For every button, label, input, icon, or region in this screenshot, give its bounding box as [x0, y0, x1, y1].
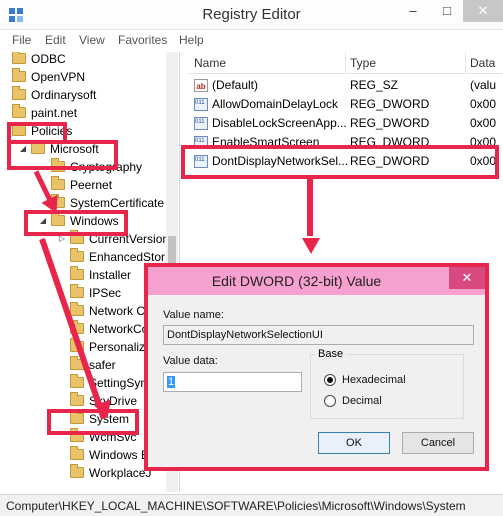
- ok-button[interactable]: OK: [318, 432, 390, 454]
- value-name-label: Value name:: [163, 309, 224, 321]
- tree-item-label: IPSec: [89, 286, 122, 300]
- menu-edit[interactable]: Edit: [45, 33, 66, 47]
- tree-item-label: EnhancedStor: [89, 250, 166, 264]
- tree-item-ipsec[interactable]: IPSec: [70, 284, 121, 302]
- tree-item-label: safer: [89, 358, 116, 372]
- value-name: DisableLockScreenApp...: [212, 116, 347, 130]
- menu-file[interactable]: File: [12, 33, 31, 47]
- list-header: Name Type Data: [188, 52, 503, 74]
- tree-item-ordinarysoft[interactable]: Ordinarysoft: [12, 86, 96, 104]
- folder-icon: [70, 446, 84, 460]
- tree-item-label: SystemCertificate: [70, 196, 165, 210]
- value-name: AllowDomainDelayLock: [212, 97, 339, 111]
- value-data-text: 1: [167, 376, 176, 388]
- menu-bar: File Edit View Favorites Help: [0, 30, 503, 50]
- dword-value-icon: 011 110: [194, 98, 208, 111]
- highlight-windows: [24, 210, 128, 236]
- value-row[interactable]: 011 110 AllowDomainDelayLock REG_DWORD 0x00: [188, 95, 503, 114]
- tree-item-label: WorkplaceJ: [89, 466, 152, 480]
- dialog-close-button[interactable]: ✕: [449, 267, 485, 289]
- value-type: REG_SZ: [350, 78, 399, 92]
- tree-item-installer[interactable]: Installer: [70, 266, 131, 284]
- folder-icon: [51, 176, 65, 190]
- tree-item-label: Windows E: [89, 448, 150, 462]
- value-row[interactable]: ab (Default) REG_SZ (valu: [188, 76, 503, 95]
- tree-item-networkco[interactable]: NetworkCo: [70, 320, 148, 338]
- tree-item-safer[interactable]: safer: [70, 356, 116, 374]
- tree-item-peernet[interactable]: Peernet: [51, 176, 112, 194]
- highlight-microsoft: [7, 140, 118, 170]
- folder-icon: [70, 248, 84, 262]
- column-separator[interactable]: [465, 52, 466, 74]
- string-value-icon: ab: [194, 79, 208, 92]
- folder-icon: [70, 392, 84, 406]
- tree-item-settingsyn[interactable]: SettingSyn: [70, 374, 147, 392]
- column-name[interactable]: Name: [194, 56, 226, 70]
- folder-icon: [12, 52, 26, 64]
- hexadecimal-radio[interactable]: [324, 374, 336, 386]
- value-row[interactable]: 011 110 DisableLockScreenApp...REG_DWORD 0…: [188, 114, 503, 133]
- column-data[interactable]: Data: [470, 56, 495, 70]
- title-bar: Registry Editor – □ ✕: [0, 0, 503, 30]
- tree-item-workplacej[interactable]: WorkplaceJ: [70, 464, 151, 482]
- value-name: (Default): [212, 78, 259, 92]
- value-name-field[interactable]: DontDisplayNetworkSelectionUI: [163, 325, 474, 345]
- tree-item-label: Network C: [89, 304, 146, 318]
- tree-item-openvpn[interactable]: OpenVPN: [12, 68, 85, 86]
- minimize-button[interactable]: –: [398, 0, 428, 22]
- tree-item-network-c[interactable]: Network C: [70, 302, 145, 320]
- value-data-label: Value data:: [163, 355, 218, 367]
- column-type[interactable]: Type: [350, 56, 376, 70]
- value-data: 0x00: [470, 116, 497, 130]
- menu-favorites[interactable]: Favorites: [118, 33, 167, 47]
- dialog-title: Edit DWORD (32-bit) Value: [211, 273, 382, 289]
- cancel-button[interactable]: Cancel: [402, 432, 474, 454]
- tree-item-label: SettingSyn: [89, 376, 148, 390]
- dialog-title-bar[interactable]: Edit DWORD (32-bit) Value ✕: [148, 267, 485, 295]
- menu-help[interactable]: Help: [179, 33, 204, 47]
- folder-icon: [70, 266, 84, 280]
- value-type: REG_DWORD: [350, 116, 430, 130]
- status-bar-path: Computer\HKEY_LOCAL_MACHINE\SOFTWARE\Pol…: [0, 494, 503, 516]
- arrow-to-dialog: [307, 178, 313, 236]
- tree-item-label: Installer: [89, 268, 132, 282]
- column-separator[interactable]: [345, 52, 346, 74]
- hexadecimal-label[interactable]: Hexadecimal: [342, 374, 406, 386]
- base-groupbox: [310, 354, 464, 419]
- tree-item-odbc[interactable]: ODBC: [12, 52, 66, 68]
- tree-item-label: paint.net: [31, 106, 78, 120]
- decimal-label[interactable]: Decimal: [342, 395, 382, 407]
- maximize-button[interactable]: □: [432, 0, 462, 22]
- value-type: REG_DWORD: [350, 97, 430, 111]
- tree-item-label: OpenVPN: [31, 70, 86, 84]
- folder-icon: [12, 86, 26, 100]
- folder-icon: [70, 302, 84, 316]
- dialog-body: Value name: DontDisplayNetworkSelectionU…: [152, 295, 481, 467]
- value-data: 0x00: [470, 97, 497, 111]
- tree-item-windows-e[interactable]: Windows E: [70, 446, 149, 464]
- folder-icon: [70, 374, 84, 388]
- folder-icon: [70, 464, 84, 478]
- tree-item-label: Ordinarysoft: [31, 88, 97, 102]
- tree-item-label: ODBC: [31, 52, 66, 66]
- arrow-head-dialog: [302, 238, 320, 254]
- highlight-system: [47, 409, 139, 435]
- close-button[interactable]: ✕: [463, 0, 503, 22]
- highlight-dontdisplay-row: [181, 145, 499, 179]
- value-data: (valu: [470, 78, 497, 92]
- menu-view[interactable]: View: [79, 33, 105, 47]
- base-label: Base: [315, 348, 347, 360]
- dword-value-icon: 011 110: [194, 117, 208, 130]
- tree-item-label: Peernet: [70, 178, 113, 192]
- tree-item-label: Personaliza: [89, 340, 152, 354]
- decimal-radio[interactable]: [324, 395, 336, 407]
- tree-item-label: NetworkCo: [89, 322, 149, 336]
- edit-dword-dialog: Edit DWORD (32-bit) Value ✕ Value name: …: [144, 263, 489, 471]
- folder-icon: [70, 284, 84, 298]
- value-data-field[interactable]: 1: [163, 372, 302, 392]
- folder-icon: [12, 68, 26, 82]
- folder-icon: [12, 104, 26, 118]
- tree-item-paint-net[interactable]: paint.net: [12, 104, 77, 122]
